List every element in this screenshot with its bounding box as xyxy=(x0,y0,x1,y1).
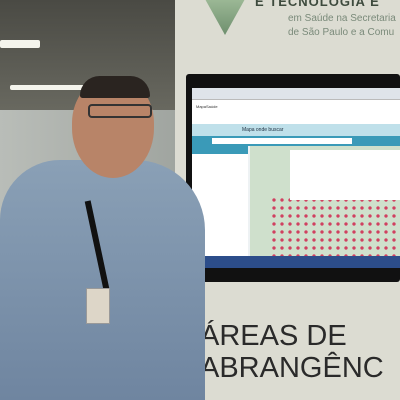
map-popup xyxy=(290,150,400,200)
monitor: MapaSaúde Mapa onde buscar xyxy=(186,74,400,282)
site-nav: Mapa onde buscar xyxy=(192,124,400,136)
glasses xyxy=(88,104,152,118)
id-badge xyxy=(86,288,110,324)
search-bar xyxy=(192,136,400,146)
map xyxy=(250,146,400,256)
site-header: MapaSaúde xyxy=(192,100,400,124)
site-logo: MapaSaúde xyxy=(196,104,218,109)
banner-title: E TECNOLOGIA E xyxy=(255,0,380,9)
map-markers xyxy=(270,196,400,256)
browser-url-bar xyxy=(192,88,400,100)
screen: MapaSaúde Mapa onde buscar xyxy=(192,88,400,268)
banner-text: em Saúde na Secretaria xyxy=(288,13,396,24)
taskbar xyxy=(192,256,400,268)
sign-line: ABRANGÊNC xyxy=(200,352,384,384)
person-hair xyxy=(80,76,150,98)
sign-text: ÁREAS DE ABRANGÊNC xyxy=(200,320,384,384)
banner-text: de São Paulo e a Comu xyxy=(288,27,395,38)
ceiling-light xyxy=(0,40,40,48)
sign-line: ÁREAS DE xyxy=(200,320,347,352)
